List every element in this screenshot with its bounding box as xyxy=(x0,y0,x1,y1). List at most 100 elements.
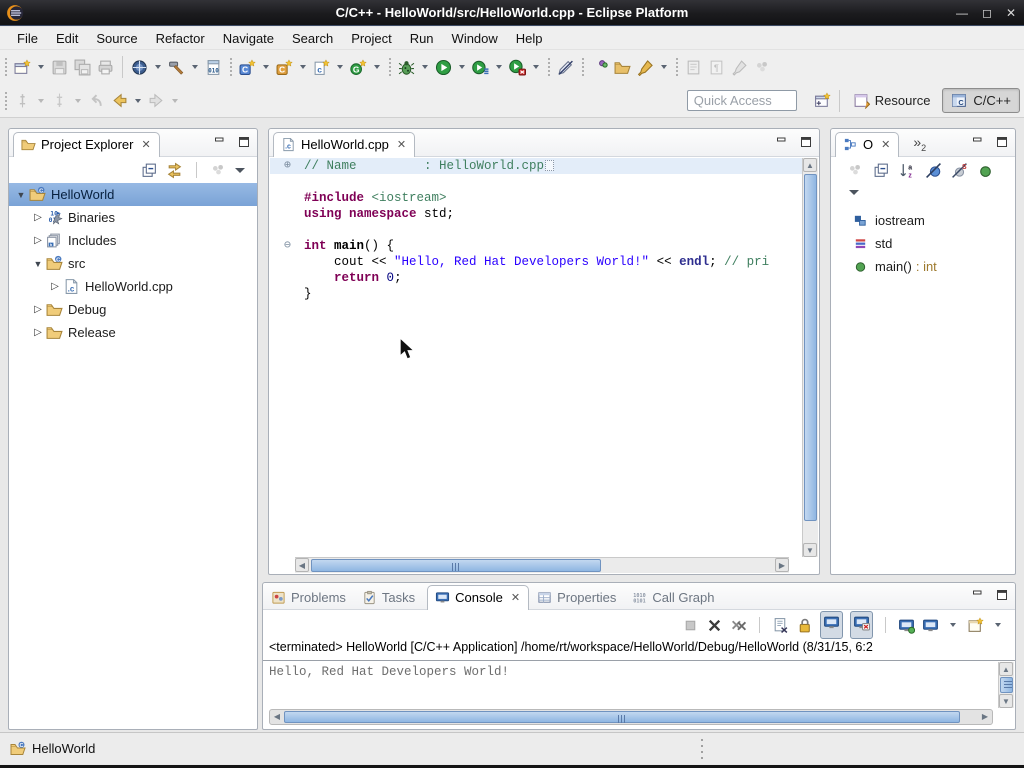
open-console-dropdown[interactable] xyxy=(995,623,1001,627)
close-console-tab-icon[interactable]: ✕ xyxy=(511,591,520,604)
tree-row-debug[interactable]: ▷Debug xyxy=(9,298,257,321)
minimize-console-button[interactable] xyxy=(971,588,985,602)
build-dropdown[interactable] xyxy=(192,65,198,69)
debug-button[interactable] xyxy=(395,56,418,79)
minimize-view-button[interactable] xyxy=(213,135,227,149)
code-line[interactable]: ⊕// Name : HelloWorld.cpp xyxy=(270,158,802,174)
minimize-editor-button[interactable] xyxy=(775,135,789,149)
show-stderr-toggle[interactable] xyxy=(850,611,873,639)
tree-row-binaries[interactable]: ▷1001Binaries xyxy=(9,206,257,229)
maximize-window-button[interactable]: ◻ xyxy=(982,6,992,20)
back-button[interactable] xyxy=(108,89,131,112)
maximize-editor-button[interactable] xyxy=(799,135,813,149)
tree-row-includes[interactable]: ▷hIncludes xyxy=(9,229,257,252)
save-all-button[interactable] xyxy=(71,56,94,79)
run-button[interactable] xyxy=(432,56,455,79)
close-outline-icon[interactable]: ✕ xyxy=(881,138,890,151)
save-button[interactable] xyxy=(48,56,71,79)
outline-item-std[interactable]: std xyxy=(831,232,1015,255)
remove-all-terminated-button[interactable] xyxy=(730,617,747,634)
menu-help[interactable]: Help xyxy=(507,29,552,48)
tree-row-helloworld[interactable]: ▼CHelloWorld xyxy=(9,183,257,206)
new-dropdown[interactable] xyxy=(38,65,44,69)
outline-collapse-all-button[interactable] xyxy=(873,162,890,179)
view-stack-overflow[interactable]: »2 xyxy=(913,134,926,156)
console-area-tab-call-graph[interactable]: 10100101Call Graph xyxy=(624,586,722,609)
outline-item-main-[interactable]: main() : int xyxy=(831,255,1015,278)
expand-arrow-icon[interactable]: ▷ xyxy=(30,212,46,223)
menu-project[interactable]: Project xyxy=(342,29,400,48)
view-menu-button[interactable] xyxy=(235,168,245,173)
show-stdout-toggle[interactable] xyxy=(820,611,843,639)
tree-row-src[interactable]: ▼Csrc xyxy=(9,252,257,275)
menu-file[interactable]: File xyxy=(8,29,47,48)
perspective-resource-button[interactable]: Resource xyxy=(845,89,939,112)
maximize-outline-button[interactable] xyxy=(995,135,1009,149)
build-button[interactable] xyxy=(165,56,188,79)
new-code-dropdown[interactable] xyxy=(374,65,380,69)
fold-expand-icon[interactable]: ⊕ xyxy=(284,158,300,174)
new-c-project-dropdown[interactable] xyxy=(263,65,269,69)
project-explorer-tab[interactable]: Project Explorer ✕ xyxy=(13,132,160,157)
perspective-cpp-button[interactable]: C C/C++ xyxy=(942,88,1020,113)
maximize-console-button[interactable] xyxy=(995,588,1009,602)
outline-item-iostream[interactable]: iostream xyxy=(831,209,1015,232)
outline-tab[interactable]: O ✕ xyxy=(835,132,899,157)
hide-fields-button[interactable] xyxy=(925,162,942,179)
menu-window[interactable]: Window xyxy=(443,29,507,48)
tree-row-helloworld-cpp[interactable]: ▷.cHelloWorld.cpp xyxy=(9,275,257,298)
menu-refactor[interactable]: Refactor xyxy=(147,29,214,48)
binary-button[interactable]: 010 xyxy=(202,56,225,79)
new-c-project-button[interactable]: C xyxy=(236,56,259,79)
code-line[interactable]: #include <iostream> xyxy=(270,190,802,206)
minimize-window-button[interactable]: — xyxy=(956,6,968,20)
open-perspective-button[interactable] xyxy=(811,89,834,112)
menu-source[interactable]: Source xyxy=(87,29,146,48)
new-c-file-dropdown[interactable] xyxy=(337,65,343,69)
code-area[interactable]: ⊕// Name : HelloWorld.cpp #include <iostr… xyxy=(270,158,802,557)
collapse-all-button[interactable] xyxy=(141,162,158,179)
new-code-button[interactable]: G xyxy=(347,56,370,79)
hide-non-public-button[interactable] xyxy=(977,162,994,179)
menu-edit[interactable]: Edit xyxy=(47,29,87,48)
console-area-tab-console[interactable]: Console✕ xyxy=(427,585,529,610)
new-cpp-class-button[interactable]: C xyxy=(273,56,296,79)
annotate-button[interactable] xyxy=(634,56,657,79)
editor-horizontal-scrollbar[interactable]: ◀ ▶ xyxy=(295,557,789,573)
code-line[interactable]: cout << "Hello, Red Hat Developers World… xyxy=(270,254,802,270)
run-dropdown[interactable] xyxy=(459,65,465,69)
clear-console-button[interactable] xyxy=(772,617,789,634)
print-button[interactable] xyxy=(94,56,117,79)
code-line[interactable]: using namespace std; xyxy=(270,206,802,222)
launch-target-button[interactable] xyxy=(128,56,151,79)
expand-arrow-icon[interactable]: ▷ xyxy=(30,327,46,338)
maximize-view-button[interactable] xyxy=(237,135,251,149)
console-area-tab-tasks[interactable]: Tasks xyxy=(354,586,423,609)
profile-button[interactable] xyxy=(469,56,492,79)
coverage-dropdown[interactable] xyxy=(533,65,539,69)
mark-occurrences-button[interactable] xyxy=(554,56,577,79)
code-line[interactable]: } xyxy=(270,286,802,302)
close-window-button[interactable]: ✕ xyxy=(1006,6,1016,20)
expand-arrow-icon[interactable]: ▷ xyxy=(30,235,46,246)
close-editor-icon[interactable]: ✕ xyxy=(397,138,406,151)
open-console-button[interactable] xyxy=(967,617,984,634)
link-with-editor-button[interactable] xyxy=(166,162,183,179)
minimize-outline-button[interactable] xyxy=(971,135,985,149)
menu-run[interactable]: Run xyxy=(401,29,443,48)
code-line[interactable] xyxy=(270,174,802,190)
console-area-tab-properties[interactable]: Properties xyxy=(529,586,624,609)
code-line[interactable]: ⊖int main() { xyxy=(270,238,802,254)
new-wizard-button[interactable] xyxy=(11,56,34,79)
remove-launch-button[interactable] xyxy=(706,617,723,634)
expand-arrow-icon[interactable]: ▷ xyxy=(47,281,63,292)
outline-view-menu-button[interactable] xyxy=(849,190,859,195)
menu-navigate[interactable]: Navigate xyxy=(214,29,283,48)
console-area-tab-problems[interactable]: Problems xyxy=(263,586,354,609)
pin-console-button[interactable] xyxy=(898,617,915,634)
code-line[interactable] xyxy=(270,222,802,238)
export-button[interactable] xyxy=(611,56,634,79)
quick-access-input[interactable] xyxy=(687,90,797,111)
console-horizontal-scrollbar[interactable]: ◀ ▶ xyxy=(269,709,993,725)
launch-dropdown[interactable] xyxy=(155,65,161,69)
